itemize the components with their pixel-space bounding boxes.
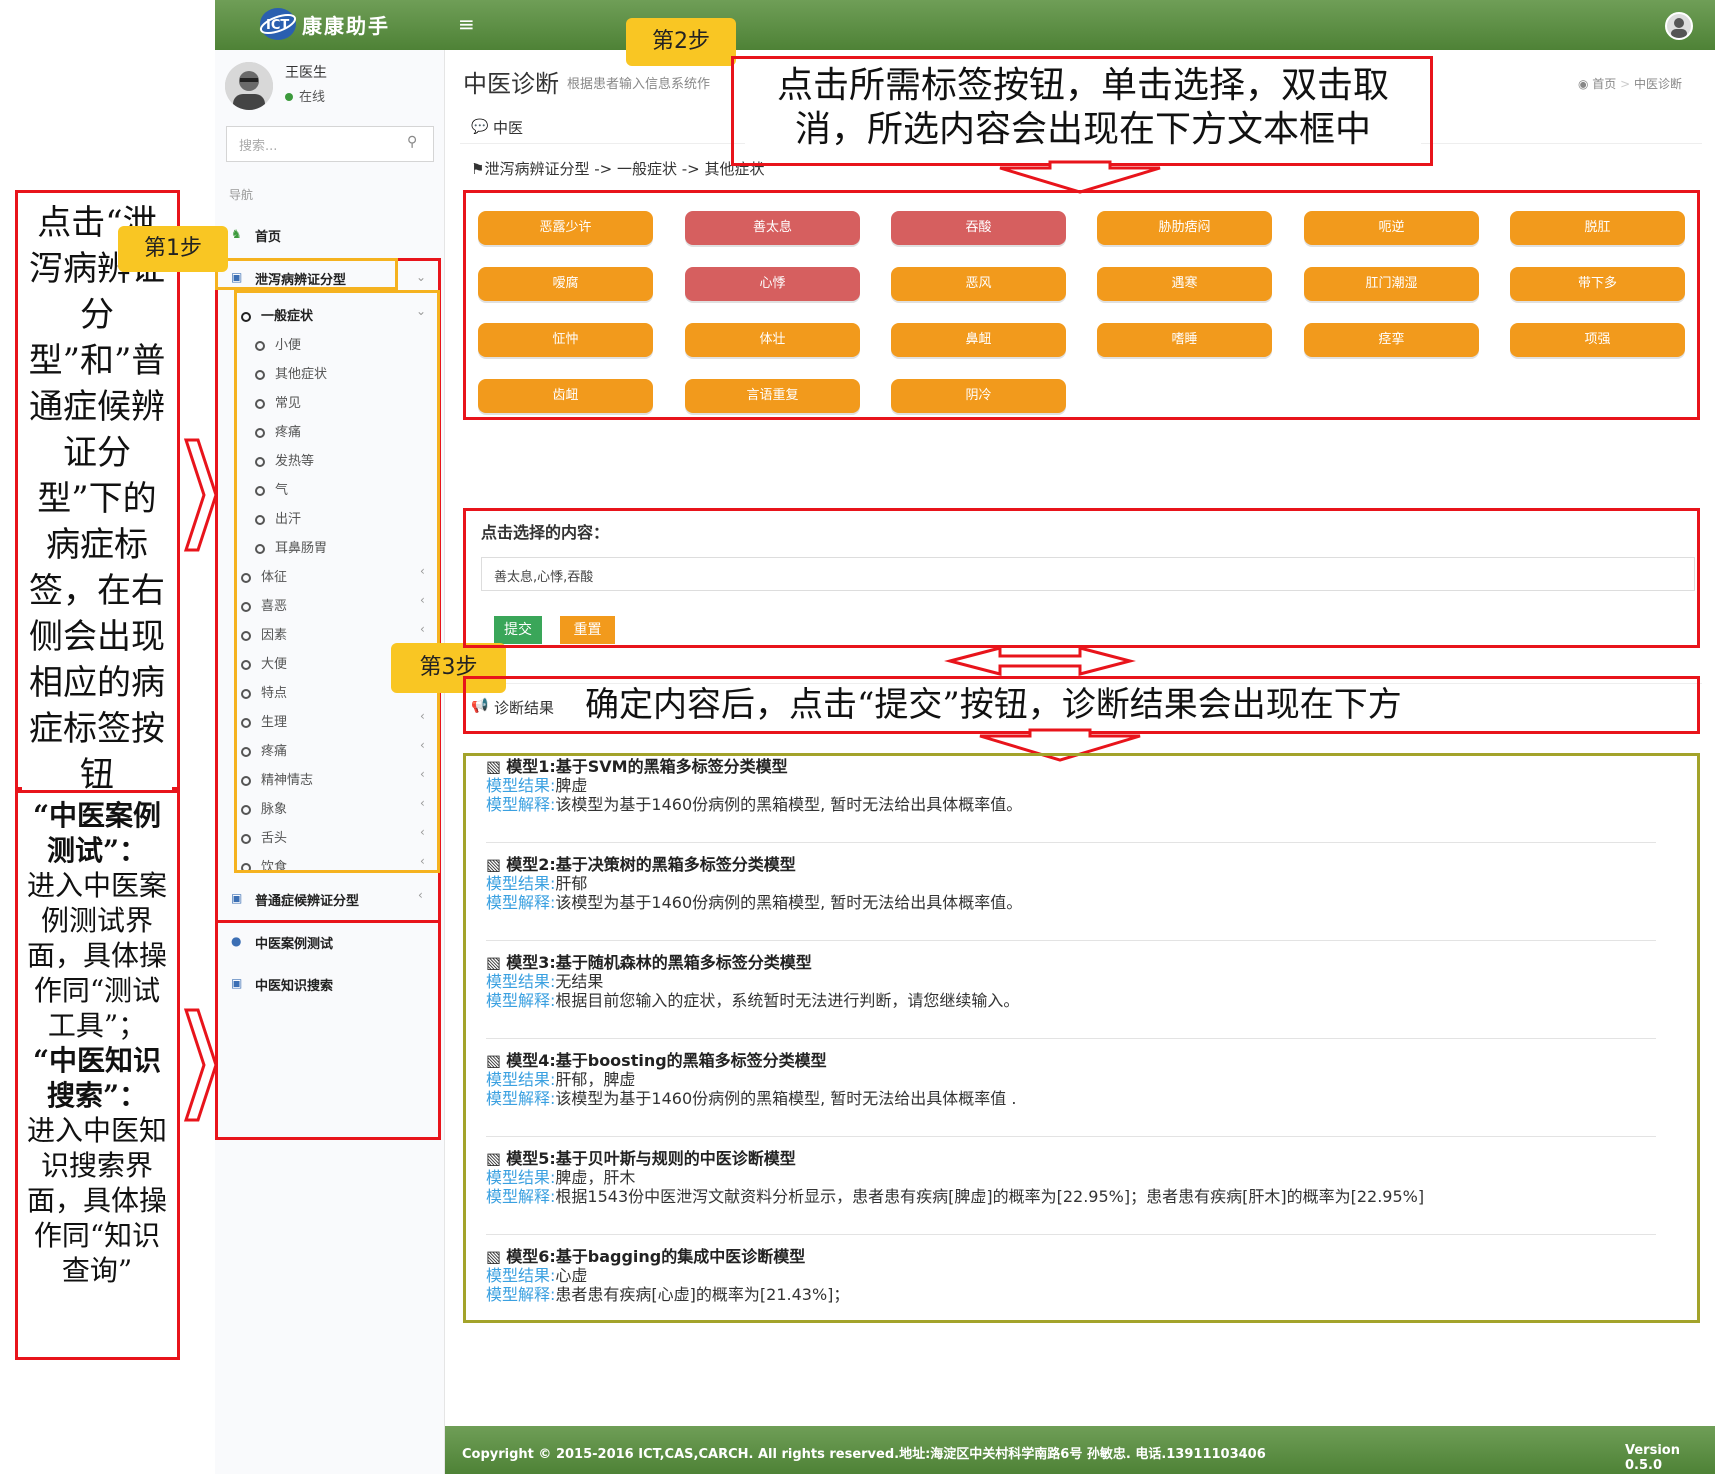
sidebar-search-input[interactable]: 搜索...	[226, 126, 434, 162]
app-name: 康康助手	[302, 14, 390, 38]
step2-badge: 第2步	[626, 18, 736, 66]
arrow-right-icon	[183, 1008, 218, 1122]
breadcrumb-current: 中医诊断	[1634, 77, 1683, 91]
nav-header: 导航	[229, 188, 254, 202]
home-icon: ♞	[231, 227, 242, 241]
symptom-path: ⚑泄泻病辨证分型 -> 一般症状 -> 其他症状	[471, 158, 765, 179]
footer-version: Version 0.5.0	[1625, 1443, 1680, 1473]
annotation-box-sublist	[234, 290, 440, 873]
annotation-box-sidebar-bottom	[215, 920, 441, 1140]
annotation-box-selection	[463, 508, 1700, 648]
breadcrumb-home[interactable]: 首页	[1592, 77, 1616, 91]
arrow-right-icon	[183, 438, 218, 552]
top-user-avatar[interactable]	[1665, 12, 1693, 40]
breadcrumb: ◉ 首页 > 中医诊断	[1578, 75, 1682, 92]
sidebar-item-home[interactable]: 首页	[255, 226, 281, 245]
comment-icon: 💬	[471, 119, 489, 135]
annotation-left-top: 点击“泄泻病辨证分型”和”普通症候辨证分型”下的病症标签，在右侧会出现相应的病症…	[22, 200, 172, 798]
user-status-text: 在线	[299, 90, 326, 105]
annotation-knowledge-title: “中医知识搜索”：	[32, 1044, 162, 1112]
footer-copyright: Copyright © 2015-2016 ICT,CAS,CARCH. All…	[462, 1447, 1266, 1462]
svg-text:ICT: ICT	[266, 18, 289, 33]
annotation-box-step1	[215, 258, 398, 290]
annotation-case-title: “中医案例测试”：	[32, 799, 162, 867]
user-name: 王医生	[285, 65, 327, 81]
dashboard-icon: ◉	[1578, 77, 1593, 91]
user-avatar	[225, 62, 273, 110]
annotation-left-bottom: “中医案例测试”： 进入中医案例测试界面，具体操作同“测试工具”； “中医知识搜…	[22, 798, 172, 1288]
annotation-case-body: 进入中医案例测试界面，具体操作同“测试工具”；	[26, 869, 167, 1042]
step1-badge: 第1步	[118, 226, 228, 272]
breadcrumb-separator: >	[1620, 77, 1631, 91]
online-dot-icon	[285, 93, 293, 101]
page-title: 中医诊断	[463, 70, 559, 98]
search-icon[interactable]: ⚲	[407, 134, 417, 150]
symptom-path-text: 泄泻病辨证分型 -> 一般症状 -> 其他症状	[484, 160, 765, 178]
user-status: 在线	[285, 86, 325, 105]
tag-icon: ⚑	[471, 160, 485, 178]
page-subtitle: 根据患者输入信息系统作	[567, 77, 711, 92]
annotation-result-callout: 确定内容后，点击“提交”按钮，诊断结果会出现在下方	[585, 685, 1402, 725]
top-header-bar	[215, 0, 1715, 50]
arrow-double-icon	[944, 646, 1136, 676]
menu-toggle-icon[interactable]: ≡	[458, 12, 475, 36]
app-logo[interactable]: ICT	[258, 5, 298, 43]
panel-title: 中医	[493, 119, 524, 137]
annotation-box-results	[463, 753, 1700, 1323]
annotation-knowledge-body: 进入中医知识搜索界面，具体操作同“知识查询”	[26, 1114, 167, 1287]
annotation-top-callout: 点击所需标签按钮，单击选择，双击取消，所选内容会出现在下方文本框中	[745, 64, 1421, 152]
annotation-box-tags	[463, 190, 1700, 420]
